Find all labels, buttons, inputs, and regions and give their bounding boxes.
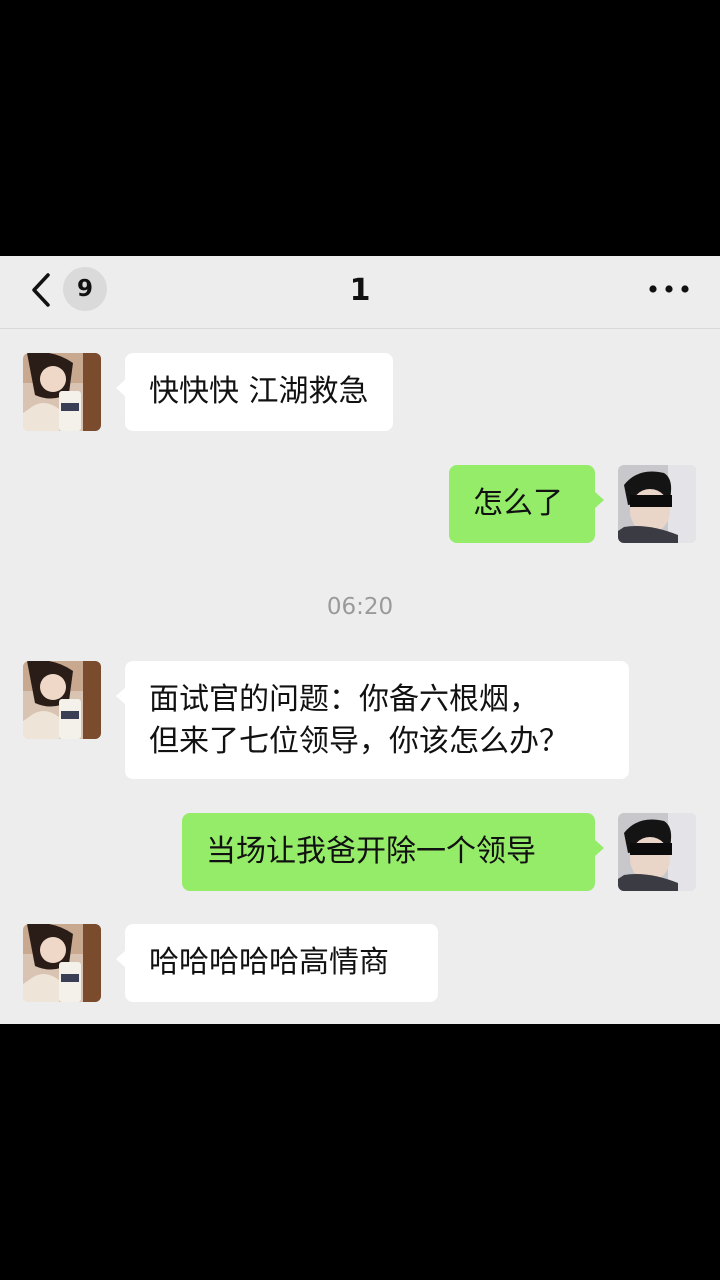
- chat-screen: 9 1 快快快 江湖救急 怎么了 06:20 面试官的问题：你备六根烟， 但来了…: [0, 256, 720, 1024]
- message-text-line: 但来了七位领导，你该怎么办？: [149, 724, 569, 759]
- message-text: 怎么了: [473, 486, 563, 521]
- message-text-line: 面试官的问题：你备六根烟，: [149, 682, 539, 717]
- outgoing-message-bubble[interactable]: 怎么了: [449, 465, 604, 543]
- incoming-message-bubble[interactable]: 哈哈哈哈哈高情商: [116, 924, 438, 1002]
- message-timestamp: 06:20: [326, 594, 394, 620]
- chat-title: 1: [349, 273, 371, 308]
- contact-avatar[interactable]: [23, 924, 101, 1002]
- message-text: 哈哈哈哈哈高情商: [149, 945, 389, 980]
- incoming-message-bubble[interactable]: 快快快 江湖救急: [116, 353, 393, 431]
- incoming-message-bubble[interactable]: 面试官的问题：你备六根烟， 但来了七位领导，你该怎么办？: [116, 661, 629, 779]
- my-avatar[interactable]: [618, 813, 696, 891]
- back-arrow-icon[interactable]: [28, 270, 58, 310]
- message-text: 当场让我爸开除一个领导: [206, 834, 536, 869]
- chat-navbar: 9 1: [0, 256, 720, 329]
- message-text: 快快快 江湖救急: [149, 374, 369, 409]
- contact-avatar[interactable]: [23, 353, 101, 431]
- unread-count-badge[interactable]: 9: [63, 267, 107, 311]
- my-avatar[interactable]: [618, 465, 696, 543]
- more-options-icon[interactable]: [646, 272, 692, 306]
- contact-avatar[interactable]: [23, 661, 101, 739]
- outgoing-message-bubble[interactable]: 当场让我爸开除一个领导: [182, 813, 604, 891]
